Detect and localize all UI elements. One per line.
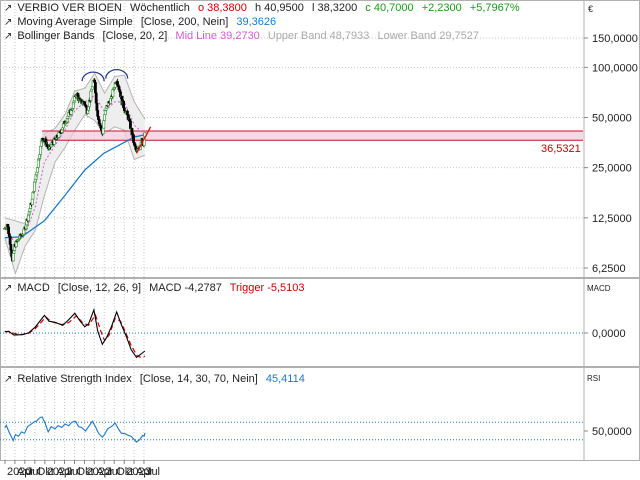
series-icon: ↗	[4, 17, 13, 28]
candle-body	[132, 134, 135, 143]
candle-body	[130, 128, 134, 136]
price-axis-label: 25,0000	[592, 163, 632, 175]
series-icon: ↗	[4, 283, 13, 294]
candle-body	[39, 145, 42, 155]
series-icon: ↗	[4, 3, 13, 14]
rsi-legend: ↗ Relative Strength Index [Close, 14, 30,…	[4, 373, 310, 385]
price-axis-label: 6,2500	[592, 263, 626, 275]
sma-legend: ↗ Moving Average Simple [Close, 200, Nein…	[4, 16, 281, 28]
candle-body	[102, 120, 106, 129]
macd-value: MACD -4,2787	[149, 282, 222, 294]
candle-body	[11, 253, 15, 262]
bb-legend: ↗ Bollinger Bands [Close, 20, 2] Mid Line…	[4, 30, 484, 42]
rsi-axis-label: 50,0000	[592, 426, 632, 438]
bb-upper-value: Upper Band 48,7933	[267, 30, 370, 42]
period-label: Wöchentlich	[129, 2, 190, 14]
change-pct-value: +5,7967%	[469, 2, 520, 14]
macd-params: [Close, 12, 26, 9]	[57, 282, 142, 294]
series-icon: ↗	[4, 31, 13, 42]
candle-body	[94, 82, 97, 94]
open-value: o 38,3800	[197, 2, 247, 14]
macd-scale-label: MACD	[587, 284, 611, 293]
currency-symbol: €	[588, 4, 593, 14]
level-label: 36,5321	[541, 143, 581, 155]
candle-body	[95, 102, 99, 111]
price-axis-label: 100,0000	[592, 62, 638, 74]
bb-lower-value: Lower Band 29,7527	[377, 30, 479, 42]
close-value: c 40,7000	[365, 2, 414, 14]
x-axis-label: Jul	[146, 466, 160, 478]
sma-value: 39,3626	[236, 16, 277, 28]
rsi-value: 45,4114	[265, 373, 305, 385]
macd-label: MACD	[17, 282, 50, 294]
candle-body	[33, 181, 36, 192]
low-value: l 38,3200	[311, 2, 358, 14]
bb-params: [Close, 20, 2]	[102, 30, 168, 42]
candle-body	[89, 90, 93, 101]
macd-axis-label: 0,0000	[592, 328, 626, 340]
price-axis-label: 150,0000	[592, 33, 638, 45]
instrument-name: VERBIO VER BIOEN	[17, 2, 122, 14]
bb-mid-value: Mid Line 39,2730	[175, 30, 260, 42]
price-legend: ↗ VERBIO VER BIOEN Wöchentlich o 38,3800 …	[4, 2, 525, 14]
chart-canvas: 150,0000 100,0000 50,0000 25,0000 12,5000 6,2…	[0, 0, 640, 478]
candle-body	[96, 110, 100, 117]
candle-body	[60, 129, 64, 133]
high-value: h 40,9500	[254, 2, 304, 14]
price-axis-label: 12,5000	[592, 213, 632, 225]
trigger-value: Trigger -5,5103	[229, 282, 305, 294]
candle-body	[101, 127, 105, 135]
candle-body	[93, 79, 97, 83]
price-axis-label: 50,0000	[592, 113, 632, 125]
rsi-params: [Close, 14, 30, 70, Nein]	[139, 373, 258, 385]
candle-body	[103, 114, 106, 121]
bb-label: Bollinger Bands	[17, 30, 95, 42]
macd-legend: ↗ MACD [Close, 12, 26, 9] MACD -4,2787 Tr…	[4, 282, 310, 294]
candle-body	[122, 100, 125, 109]
candle-body	[30, 198, 34, 205]
candle-body	[118, 89, 122, 93]
candle-body	[35, 171, 39, 176]
rsi-scale-label: RSI	[587, 374, 600, 383]
rsi-label: Relative Strength Index	[17, 373, 132, 385]
resistance-zone	[42, 130, 583, 141]
change-value: +2,2300	[421, 2, 462, 14]
series-icon: ↗	[4, 374, 13, 385]
sma-label: Moving Average Simple	[17, 16, 133, 28]
sma-params: [Close, 200, Nein]	[140, 16, 229, 28]
candle-body	[28, 208, 32, 212]
